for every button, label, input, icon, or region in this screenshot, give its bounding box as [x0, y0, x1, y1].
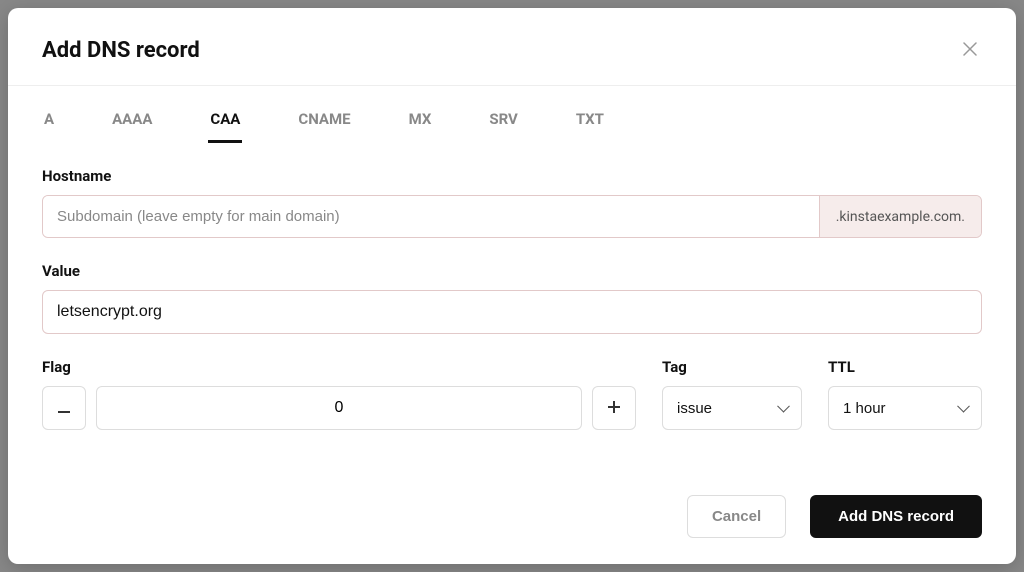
close-icon: [963, 40, 977, 61]
record-type-tabs: A AAAA CAA CNAME MX SRV TXT: [8, 100, 1016, 143]
flag-input[interactable]: [96, 386, 582, 430]
close-button[interactable]: [958, 39, 982, 63]
tag-field: Tag issue: [662, 358, 802, 430]
hostname-input[interactable]: [43, 196, 819, 237]
flag-increment-button[interactable]: [592, 386, 636, 430]
flag-stepper: [42, 386, 636, 430]
ttl-label: TTL: [828, 358, 982, 376]
tab-mx[interactable]: MX: [407, 100, 434, 143]
value-label: Value: [42, 262, 982, 280]
hostname-field: Hostname .kinstaexample.com.: [42, 167, 982, 238]
hostname-input-group: .kinstaexample.com.: [42, 195, 982, 238]
plus-icon: [608, 401, 620, 416]
tab-cname[interactable]: CNAME: [296, 100, 352, 143]
tab-caa[interactable]: CAA: [208, 100, 242, 143]
ttl-selected-value: 1 hour: [843, 400, 886, 417]
tag-select[interactable]: issue: [662, 386, 802, 430]
value-input[interactable]: [42, 290, 982, 334]
hostname-suffix: .kinstaexample.com.: [819, 196, 981, 237]
tab-txt[interactable]: TXT: [574, 100, 606, 143]
tab-srv[interactable]: SRV: [487, 100, 520, 143]
add-dns-record-modal: Add DNS record A AAAA CAA CNAME MX SRV T…: [8, 8, 1016, 564]
dns-form: Hostname .kinstaexample.com. Value Flag: [8, 143, 1016, 430]
modal-footer: Cancel Add DNS record: [8, 471, 1016, 564]
ttl-field: TTL 1 hour: [828, 358, 982, 430]
modal-header: Add DNS record: [8, 8, 1016, 86]
add-dns-record-button[interactable]: Add DNS record: [810, 495, 982, 538]
tab-aaaa[interactable]: AAAA: [110, 100, 154, 143]
ttl-select[interactable]: 1 hour: [828, 386, 982, 430]
flag-field: Flag: [42, 358, 636, 430]
flag-label: Flag: [42, 358, 636, 376]
flag-tag-ttl-row: Flag Tag: [42, 358, 982, 430]
tag-select-wrap: issue: [662, 386, 802, 430]
ttl-select-wrap: 1 hour: [828, 386, 982, 430]
tab-a[interactable]: A: [42, 100, 56, 143]
hostname-label: Hostname: [42, 167, 982, 185]
minus-icon: [58, 401, 70, 416]
cancel-button[interactable]: Cancel: [687, 495, 786, 538]
value-field: Value: [42, 262, 982, 334]
modal-title: Add DNS record: [42, 38, 200, 63]
tag-selected-value: issue: [677, 400, 712, 417]
tag-label: Tag: [662, 358, 802, 376]
flag-decrement-button[interactable]: [42, 386, 86, 430]
